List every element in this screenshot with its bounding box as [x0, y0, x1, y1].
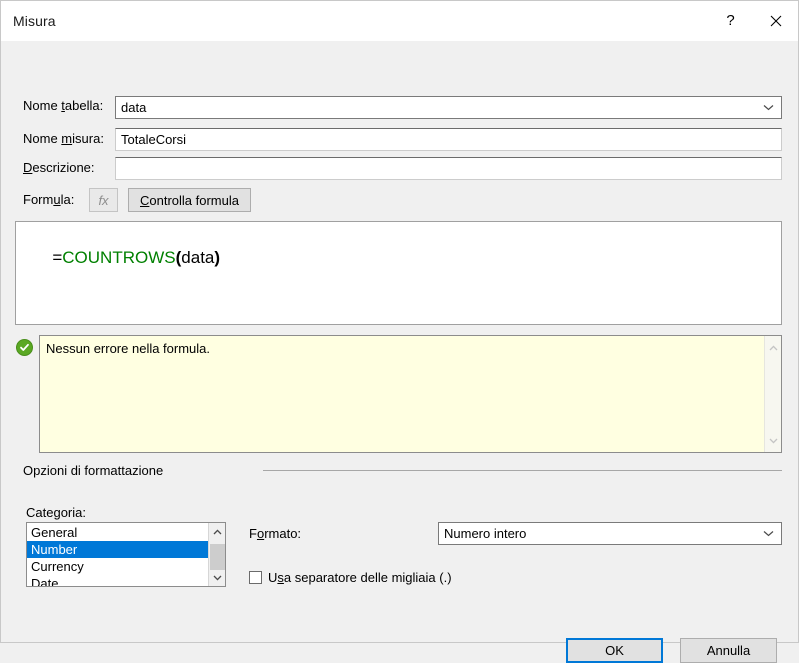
formula-token-argument: data	[181, 248, 215, 267]
thousands-separator-label: Usa separatore delle migliaia (.)	[268, 570, 452, 585]
scroll-down-icon[interactable]	[209, 569, 226, 586]
formula-label: Formula:	[23, 192, 75, 207]
table-name-label: Nome tabella:	[23, 98, 104, 113]
fx-icon: fx	[98, 192, 109, 208]
cancel-button[interactable]: Annulla	[680, 638, 777, 663]
close-button[interactable]	[753, 2, 798, 40]
category-list-items: General Number Currency Date	[27, 523, 208, 586]
measure-dialog: Misura ? Nome tabella: data Nome misura:	[0, 0, 799, 663]
title-bar: Misura ?	[1, 1, 798, 41]
list-item[interactable]: Number	[27, 541, 208, 558]
format-value: Numero intero	[444, 526, 527, 541]
format-label-row: Formato:	[249, 526, 301, 541]
scrollbar-track[interactable]	[209, 540, 226, 570]
scroll-up-icon	[765, 339, 782, 356]
list-item[interactable]: General	[27, 524, 208, 541]
formula-token-function: COUNTROWS	[62, 248, 176, 267]
ok-button[interactable]: OK	[566, 638, 663, 663]
measure-name-label-row: Nome misura:	[23, 131, 104, 146]
check-formula-button[interactable]: Controlla formula	[128, 188, 251, 212]
scroll-down-icon	[765, 432, 782, 449]
dialog-body: Nome tabella: data Nome misura: Descrizi…	[1, 41, 798, 663]
description-label: Descrizione:	[23, 160, 95, 175]
window-title: Misura	[13, 12, 56, 29]
checkbox-box[interactable]	[249, 571, 262, 584]
measure-name-input[interactable]	[115, 128, 782, 151]
cancel-button-label: Annulla	[706, 643, 751, 658]
close-icon	[770, 15, 781, 26]
formula-label-row: Formula:	[23, 192, 74, 207]
category-label-row: Categoria:	[26, 505, 86, 520]
chevron-down-icon	[763, 97, 774, 118]
format-options-group-label: Opzioni di formattazione	[23, 463, 164, 478]
formula-status-message: Nessun errore nella formula.	[46, 341, 211, 356]
format-combobox[interactable]: Numero intero	[438, 522, 782, 545]
check-formula-label: Controlla formula	[140, 192, 239, 208]
chevron-down-icon	[763, 523, 774, 544]
table-name-combobox[interactable]: data	[115, 96, 782, 119]
status-scrollbar[interactable]	[764, 336, 781, 452]
category-label: Categoria:	[26, 505, 86, 520]
ok-button-label: OK	[605, 643, 624, 658]
description-input[interactable]	[115, 157, 782, 180]
table-name-label-row: Nome tabella:	[23, 98, 103, 113]
list-item[interactable]: Date	[27, 575, 208, 586]
formula-token-equals: =	[52, 248, 63, 267]
scroll-up-icon[interactable]	[209, 523, 226, 540]
category-scrollbar[interactable]	[208, 523, 225, 586]
success-check-icon	[16, 339, 33, 356]
thousands-separator-checkbox-row[interactable]: Usa separatore delle migliaia (.)	[249, 570, 452, 585]
group-separator-line	[263, 470, 782, 471]
table-name-value: data	[121, 100, 147, 115]
insert-function-button[interactable]: fx	[89, 188, 118, 212]
list-item[interactable]: Currency	[27, 558, 208, 575]
formula-status-box: Nessun errore nella formula.	[39, 335, 782, 453]
formula-editor[interactable]: =COUNTROWS(data)	[15, 221, 782, 325]
measure-name-label: Nome misura:	[23, 131, 104, 146]
question-mark-icon: ?	[726, 12, 735, 29]
format-label: Formato:	[249, 526, 302, 541]
formula-token-close-paren: )	[214, 248, 221, 267]
scrollbar-thumb[interactable]	[209, 544, 225, 570]
description-label-row: Descrizione:	[23, 160, 95, 175]
help-button[interactable]: ?	[708, 2, 753, 40]
category-listbox[interactable]: General Number Currency Date	[26, 522, 226, 587]
